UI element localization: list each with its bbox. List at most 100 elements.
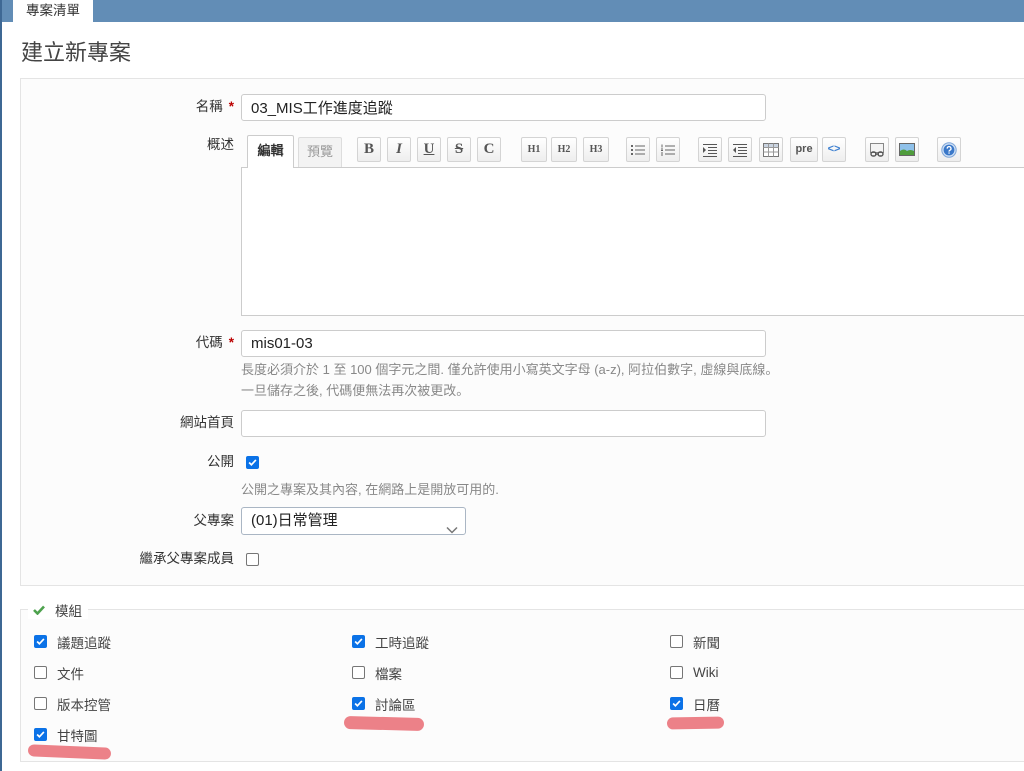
bold-button[interactable]: B [357, 137, 381, 162]
module-repository[interactable]: 版本控管 [34, 688, 352, 719]
wiki-link-icon [869, 142, 885, 157]
module-label: 檔案 [375, 666, 402, 682]
module-label: 議題追蹤 [57, 635, 111, 651]
description-label: 概述 [207, 137, 234, 152]
inherit-members-label: 繼承父專案成員 [139, 551, 235, 566]
homepage-label: 網站首頁 [180, 415, 234, 430]
module-documents[interactable]: 文件 [34, 657, 352, 688]
strikethrough-button[interactable]: S [447, 137, 471, 162]
ordered-list-icon [660, 143, 676, 157]
table-icon [763, 142, 779, 157]
strikethrough-glyph: S [454, 141, 464, 157]
pre-button[interactable]: pre [790, 137, 818, 162]
unordered-list-button[interactable] [626, 137, 650, 162]
module-checkbox[interactable] [34, 728, 47, 741]
blockquote-icon [702, 143, 718, 157]
public-label: 公開 [207, 454, 234, 469]
module-label: 甘特圖 [57, 728, 98, 744]
highlighted-code-glyph: <> [827, 143, 841, 155]
module-label: 新聞 [693, 635, 720, 651]
module-label: 討論區 [375, 697, 416, 713]
module-label: Wiki [693, 665, 719, 680]
module-checkbox[interactable] [352, 635, 365, 648]
help-icon [941, 141, 957, 158]
modules-legend[interactable]: 模組 [28, 600, 88, 619]
public-hint: 公開之專案及其內容, 在網路上是開放可用的. [241, 482, 499, 497]
top-bar: 專案清單 [0, 0, 1024, 22]
tab-edit[interactable]: 編輯 [247, 135, 294, 168]
tab-preview[interactable]: 預覽 [298, 137, 342, 167]
module-label: 日曆 [693, 697, 720, 713]
identifier-label-text: 代碼 [195, 335, 223, 350]
italic-button[interactable]: I [387, 137, 411, 162]
module-files[interactable]: 檔案 [352, 657, 670, 688]
check-icon [33, 605, 45, 615]
required-mark: * [228, 99, 234, 114]
module-news[interactable]: 新聞 [670, 626, 988, 657]
name-input[interactable] [241, 94, 766, 121]
module-checkbox[interactable] [34, 635, 47, 648]
unordered-list-icon [630, 143, 646, 157]
heading-2-glyph: H2 [557, 143, 571, 155]
wiki-link-button[interactable] [865, 137, 889, 162]
highlight-mark-boards [343, 715, 425, 732]
modules-legend-text: 模組 [55, 603, 82, 619]
blockquote-button[interactable] [698, 137, 722, 162]
unblockquote-icon [732, 143, 748, 157]
italic-glyph: I [396, 141, 402, 157]
heading-3-button[interactable]: H3 [583, 137, 609, 162]
module-calendar[interactable]: 日曆 [670, 688, 988, 719]
name-label-text: 名稱 [195, 99, 223, 114]
module-label: 版本控管 [57, 697, 111, 713]
unblockquote-button[interactable] [728, 137, 752, 162]
modules-fieldset: 模組 議題追蹤 工時追蹤 新聞 文件 檔案 Wiki 版本控管 討論區 日曆 甘… [20, 600, 1024, 762]
identifier-input[interactable] [241, 330, 766, 357]
underline-button[interactable]: U [417, 137, 441, 162]
name-label: 名稱 * [21, 99, 234, 115]
underline-glyph: U [423, 141, 435, 157]
inline-code-button[interactable]: C [477, 137, 501, 162]
chevron-down-icon [446, 517, 458, 534]
highlight-mark-calendar [666, 716, 725, 730]
description-textarea[interactable] [241, 167, 1024, 316]
module-label: 文件 [57, 666, 84, 682]
inherit-members-checkbox[interactable] [246, 553, 259, 566]
module-checkbox[interactable] [670, 697, 683, 710]
module-checkbox[interactable] [352, 697, 365, 710]
parent-project-label: 父專案 [193, 513, 235, 528]
homepage-input[interactable] [241, 410, 766, 437]
page-title: 建立新專案 [21, 40, 132, 65]
image-icon [899, 143, 915, 156]
module-checkbox[interactable] [670, 635, 683, 648]
table-button[interactable] [759, 137, 783, 162]
bold-glyph: B [363, 141, 374, 157]
heading-1-glyph: H1 [527, 143, 541, 155]
module-checkbox[interactable] [670, 666, 683, 679]
identifier-hint-immutable: 一旦儲存之後, 代碼便無法再次被更改。 [241, 383, 470, 398]
modules-grid: 議題追蹤 工時追蹤 新聞 文件 檔案 Wiki 版本控管 討論區 日曆 甘特圖 [34, 626, 988, 750]
image-button[interactable] [895, 137, 919, 162]
required-mark: * [228, 335, 234, 350]
module-gantt[interactable]: 甘特圖 [34, 719, 352, 750]
module-checkbox[interactable] [34, 666, 47, 679]
module-checkbox[interactable] [352, 666, 365, 679]
tab-project-list[interactable]: 專案清單 [13, 0, 93, 22]
identifier-hint-length: 長度必須介於 1 至 100 個字元之間. 僅允許使用小寫英文字母 (a-z),… [241, 362, 779, 377]
left-edge-line [0, 0, 2, 771]
module-checkbox[interactable] [34, 697, 47, 710]
heading-1-button[interactable]: H1 [521, 137, 547, 162]
heading-2-button[interactable]: H2 [551, 137, 577, 162]
new-project-form: 名稱 * 概述 編輯 預覽 B I U S C H1 H2 H3 pre <> [20, 78, 1024, 586]
module-wiki[interactable]: Wiki [670, 657, 988, 688]
highlighted-code-button[interactable]: <> [822, 137, 846, 162]
public-checkbox[interactable] [246, 456, 259, 469]
help-button[interactable] [937, 137, 961, 162]
heading-3-glyph: H3 [589, 143, 603, 155]
pre-glyph: pre [795, 143, 813, 155]
parent-project-select[interactable]: (01)日常管理 [241, 507, 466, 535]
module-time-tracking[interactable]: 工時追蹤 [352, 626, 670, 657]
identifier-label: 代碼 * [21, 335, 234, 351]
ordered-list-button[interactable] [656, 137, 680, 162]
module-boards[interactable]: 討論區 [352, 688, 670, 719]
module-issue-tracking[interactable]: 議題追蹤 [34, 626, 352, 657]
